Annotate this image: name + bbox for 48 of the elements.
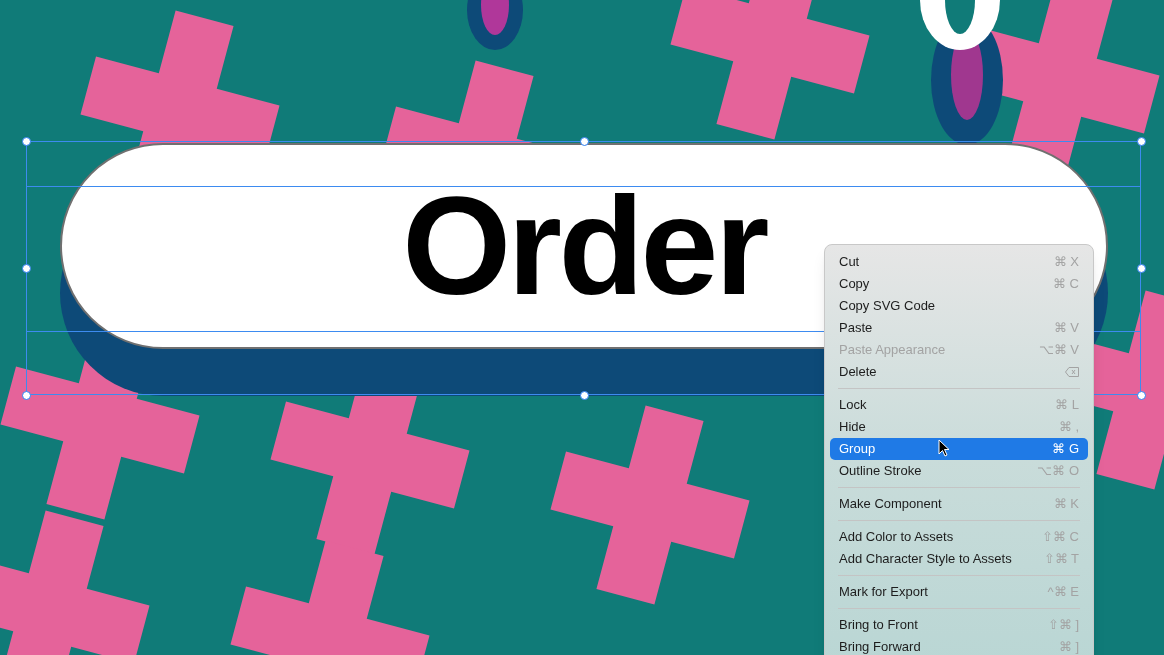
menu-label: Delete	[839, 363, 877, 382]
menu-item[interactable]: Outline Stroke ⌥⌘ O	[830, 460, 1088, 482]
delete-key-icon	[1065, 367, 1079, 377]
shortcut-label: ⇧⌘ ]	[1047, 616, 1079, 635]
menu-item[interactable]: Copy SVG Code	[830, 295, 1088, 317]
selection-handle[interactable]	[579, 136, 589, 146]
menu-item[interactable]: Group ⌘ G	[830, 438, 1088, 460]
shortcut-label: ⌥⌘ O	[1037, 462, 1079, 481]
menu-label: Bring to Front	[839, 616, 918, 635]
menu-item[interactable]: Bring Forward ⌘ ]	[830, 636, 1088, 655]
shortcut-label: ⌘ V	[1053, 319, 1079, 338]
shortcut-label: ⌘ ,	[1058, 418, 1079, 437]
selection-handle[interactable]	[21, 136, 31, 146]
menu-item[interactable]: Delete	[830, 361, 1088, 383]
shortcut-label: ⌘ ]	[1058, 638, 1079, 655]
cursor-icon	[938, 439, 950, 457]
shortcut-label: ⌘ L	[1055, 396, 1079, 415]
menu-item[interactable]: Copy ⌘ C	[830, 273, 1088, 295]
shortcut-label: ⌘ C	[1053, 275, 1079, 294]
menu-label: Add Color to Assets	[839, 528, 954, 547]
selection-handle[interactable]	[1136, 136, 1146, 146]
menu-label: Bring Forward	[839, 638, 921, 655]
shortcut-label: ⌘ G	[1052, 440, 1079, 459]
menu-label: Add Character Style to Assets	[839, 550, 1012, 569]
menu-item[interactable]: Paste ⌘ V	[830, 317, 1088, 339]
selection-handle[interactable]	[1136, 390, 1146, 400]
menu-label: Hide	[839, 418, 866, 437]
selection-handle[interactable]	[21, 263, 31, 273]
menu-label: Lock	[839, 396, 867, 415]
menu-label: Paste Appearance	[839, 341, 946, 360]
menu-label: Mark for Export	[839, 583, 928, 602]
menu-item[interactable]: Bring to Front ⇧⌘ ]	[830, 614, 1088, 636]
menu-label: Make Component	[839, 495, 942, 514]
menu-item[interactable]: Lock ⌘ L	[830, 394, 1088, 416]
menu-label: Copy	[839, 275, 870, 294]
menu-label: Paste	[839, 319, 873, 338]
order-label: Order	[402, 176, 766, 316]
menu-label: Group	[839, 440, 876, 459]
menu-label: Copy SVG Code	[839, 297, 936, 316]
menu-label: Cut	[839, 253, 860, 272]
menu-label: Outline Stroke	[839, 462, 922, 481]
selection-handle[interactable]	[579, 390, 589, 400]
shortcut-label: ⌥⌘ V	[1038, 341, 1079, 360]
selection-handle[interactable]	[1136, 263, 1146, 273]
menu-item[interactable]: Cut ⌘ X	[830, 251, 1088, 273]
shortcut-label: ⌘ X	[1053, 253, 1079, 272]
menu-item[interactable]: Hide ⌘ ,	[830, 416, 1088, 438]
selection-handle[interactable]	[21, 390, 31, 400]
